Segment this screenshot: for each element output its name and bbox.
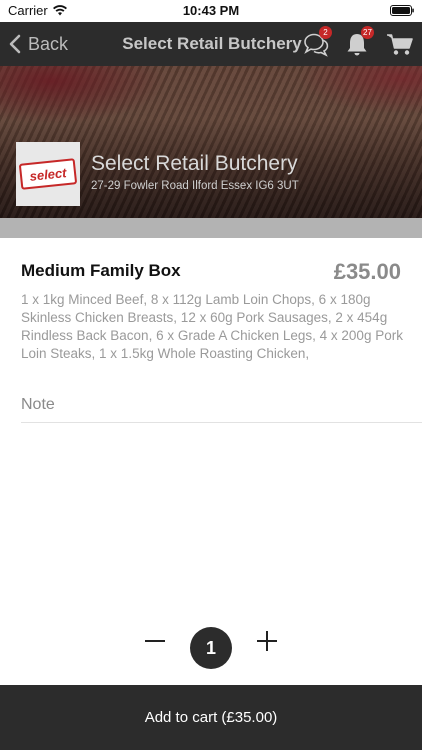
decrease-quantity-button[interactable] — [142, 628, 168, 654]
cart-button[interactable] — [385, 30, 415, 58]
status-bar: Carrier 10:43 PM — [0, 0, 422, 22]
page-title: Select Retail Butchery — [122, 34, 302, 53]
shop-address: 27-29 Fowler Road Ilford Essex IG6 3UT — [91, 180, 299, 192]
logo-text: select — [18, 158, 78, 190]
cart-icon — [387, 34, 413, 55]
notifications-button[interactable]: 27 — [342, 26, 374, 58]
product-price: £35.00 — [333, 259, 401, 284]
increase-quantity-button[interactable] — [254, 628, 280, 654]
add-to-cart-button[interactable]: Add to cart (£35.00) — [0, 685, 422, 750]
chat-badge: 2 — [319, 26, 332, 39]
notification-badge: 27 — [361, 26, 374, 39]
battery-icon — [390, 5, 414, 16]
back-button[interactable]: Back — [8, 22, 68, 66]
shop-banner: select Select Retail Butchery 27-29 Fowl… — [0, 66, 422, 218]
nav-bar: Back Select Retail Butchery 2 27 — [0, 22, 422, 66]
shop-logo: select — [16, 142, 80, 206]
divider-strip — [0, 218, 422, 238]
quantity-value: 1 — [190, 627, 232, 669]
chat-button[interactable]: 2 — [300, 26, 332, 58]
note-field[interactable] — [21, 387, 422, 423]
chevron-left-icon — [9, 34, 21, 54]
product-name: Medium Family Box — [21, 261, 181, 280]
product-description: 1 x 1kg Minced Beef, 8 x 112g Lamb Loin … — [21, 292, 403, 361]
shop-name: Select Retail Butchery — [91, 152, 298, 175]
status-time: 10:43 PM — [182, 3, 240, 18]
back-label: Back — [28, 33, 69, 54]
